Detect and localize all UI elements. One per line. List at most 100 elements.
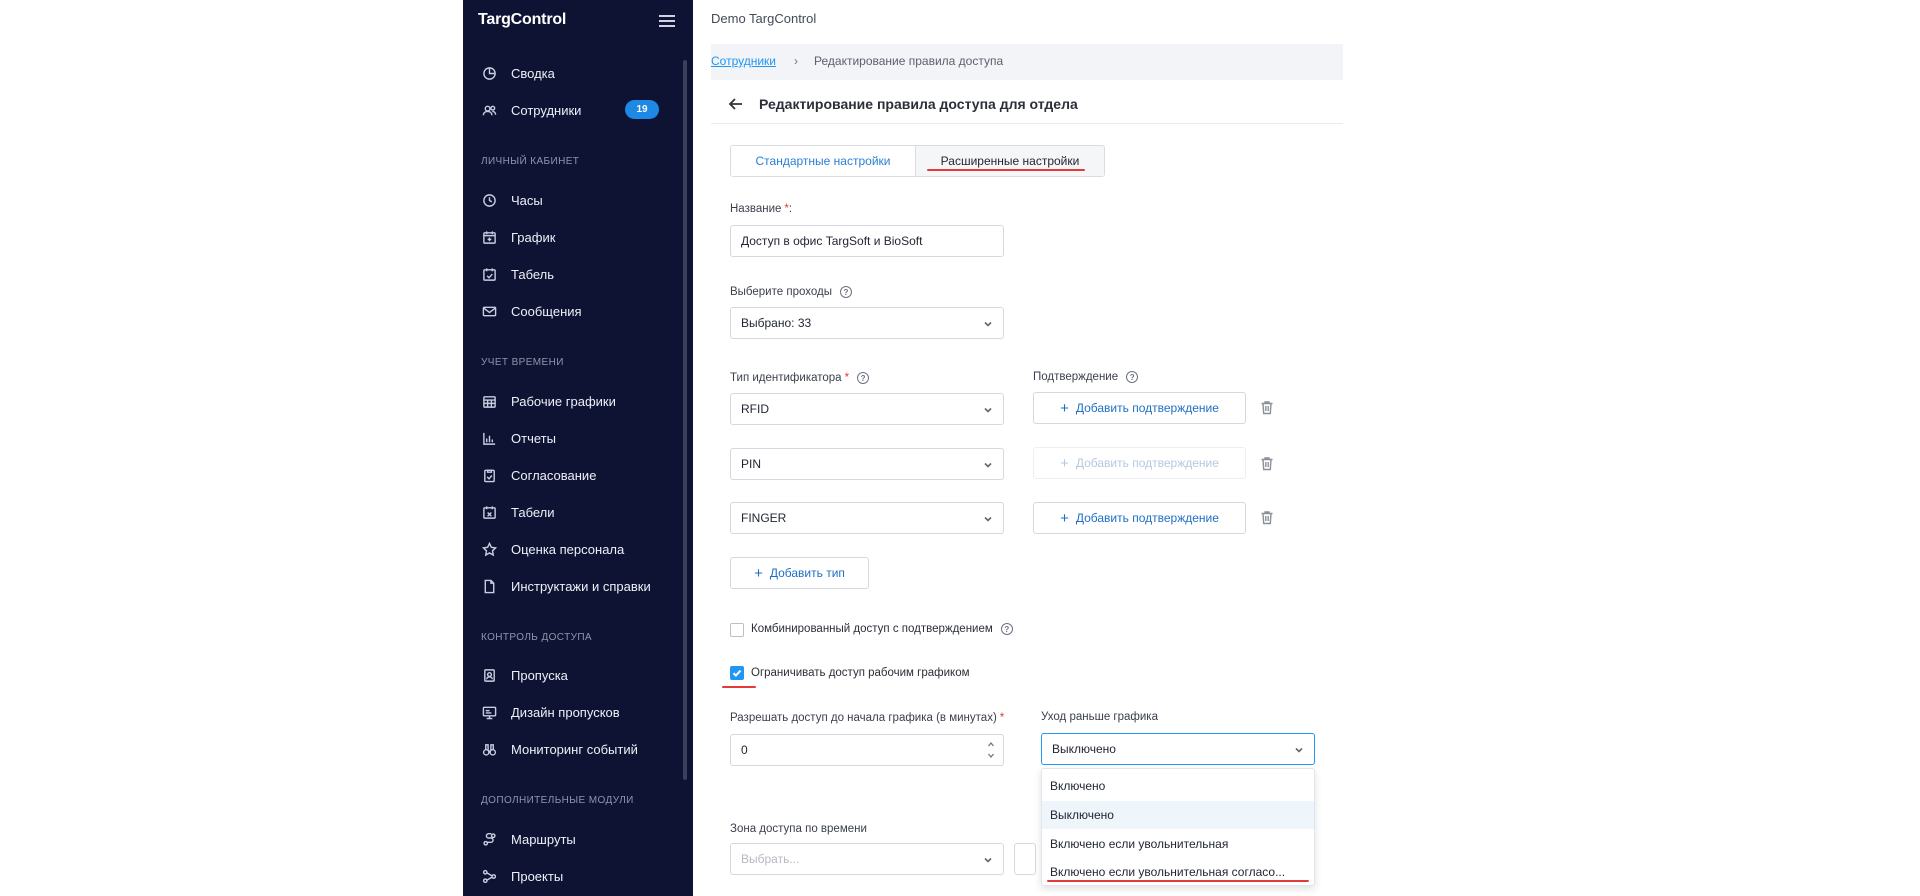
- number-spinner-icon[interactable]: [987, 740, 995, 760]
- help-circle-icon[interactable]: ?: [1126, 371, 1139, 383]
- star-icon: [481, 541, 497, 557]
- section-time: УЧЕТ ВРЕМЕНИ: [481, 357, 564, 368]
- section-modules: ДОПОЛНИТЕЛЬНЫЕ МОДУЛИ: [481, 795, 634, 806]
- passes-label: Выберите проходы ?: [730, 286, 852, 298]
- tab-advanced-settings[interactable]: Расширенные настройки: [916, 146, 1104, 176]
- id-type-label-text: Тип идентификатора: [730, 372, 842, 384]
- sidebar-item-pass-design[interactable]: Дизайн пропусков: [481, 701, 620, 723]
- sidebar-item-label: Рабочие графики: [511, 393, 616, 409]
- add-confirmation-button-1[interactable]: + Добавить подтверждение: [1033, 392, 1246, 424]
- time-zone-extra-field[interactable]: [1014, 843, 1036, 875]
- design-icon: [481, 704, 497, 720]
- sidebar-item-messages[interactable]: Сообщения: [481, 300, 582, 322]
- add-confirmation-button-2[interactable]: + Добавить подтверждение: [1033, 447, 1246, 479]
- sidebar: TargControl Сводка Сотрудники 19 ЛИЧНЫЙ …: [463, 0, 693, 896]
- sidebar-item-passes[interactable]: Пропуска: [481, 664, 568, 686]
- sidebar-item-event-monitoring[interactable]: Мониторинг событий: [481, 738, 638, 760]
- id-type-value: RFID: [741, 402, 769, 416]
- chevron-down-icon: [983, 513, 993, 523]
- sidebar-item-routes[interactable]: Маршруты: [481, 828, 576, 850]
- chevron-down-icon: [983, 318, 993, 328]
- name-input[interactable]: Доступ в офис TargSoft и BioSoft: [730, 225, 1004, 257]
- breadcrumb-link-employees[interactable]: Сотрудники: [711, 54, 776, 68]
- sidebar-item-label: Сводка: [511, 65, 555, 81]
- bar-chart-icon: [481, 430, 497, 446]
- confirm-label-text: Подтверждение: [1033, 371, 1119, 383]
- id-type-select-1[interactable]: RFID: [730, 393, 1004, 425]
- plus-icon: +: [1060, 399, 1069, 417]
- help-circle-icon[interactable]: ?: [857, 372, 870, 384]
- binoculars-icon: [481, 741, 497, 757]
- calendar-x-icon: [481, 504, 497, 520]
- sidebar-item-reports[interactable]: Отчеты: [481, 427, 556, 449]
- id-type-select-3[interactable]: FINGER: [730, 502, 1004, 534]
- sidebar-scrollbar[interactable]: [683, 60, 687, 780]
- trash-icon[interactable]: [1260, 456, 1274, 471]
- trash-icon[interactable]: [1260, 510, 1274, 525]
- sidebar-item-label: Проекты: [511, 868, 564, 884]
- sidebar-item-employees[interactable]: Сотрудники: [481, 99, 581, 121]
- help-circle-icon[interactable]: ?: [1000, 623, 1013, 635]
- sidebar-item-label: Маршруты: [511, 831, 576, 847]
- combined-access-checkbox[interactable]: [730, 623, 744, 637]
- dropdown-option-enabled-if-leave[interactable]: Включено если увольнительная: [1042, 830, 1314, 858]
- time-zone-placeholder: Выбрать...: [741, 852, 800, 866]
- passes-label-text: Выберите проходы: [730, 286, 832, 298]
- time-zone-label: Зона доступа по времени: [730, 823, 867, 835]
- hamburger-menu-icon[interactable]: [659, 15, 675, 27]
- sidebar-item-briefings[interactable]: Инструктажи и справки: [481, 575, 651, 597]
- sidebar-item-evaluation[interactable]: Оценка персонала: [481, 538, 624, 560]
- sidebar-item-label: Оценка персонала: [511, 541, 625, 557]
- sidebar-item-label: Часы: [511, 192, 543, 208]
- users-icon: [481, 102, 497, 118]
- button-label: Добавить подтверждение: [1075, 511, 1219, 525]
- dropdown-option-enabled[interactable]: Включено: [1042, 772, 1314, 800]
- name-label: Название *:: [730, 203, 792, 215]
- sidebar-item-projects[interactable]: Проекты: [481, 865, 563, 887]
- sidebar-item-hours[interactable]: Часы: [481, 189, 543, 211]
- sidebar-item-label: Отчеты: [511, 430, 556, 446]
- sidebar-item-timesheets[interactable]: Табели: [481, 501, 555, 523]
- sidebar-item-summary[interactable]: Сводка: [481, 62, 555, 84]
- page-title: Редактирование правила доступа для отдел…: [759, 96, 1078, 112]
- arrow-left-icon[interactable]: [728, 96, 744, 112]
- before-start-minutes-input[interactable]: 0: [730, 734, 1004, 766]
- pie-chart-icon: [481, 65, 497, 81]
- required-mark: *: [999, 712, 1005, 724]
- sidebar-item-label: Дизайн пропусков: [511, 704, 620, 720]
- employees-count-badge: 19: [625, 100, 659, 119]
- sidebar-item-schedule[interactable]: График: [481, 226, 555, 248]
- plus-icon: +: [1060, 454, 1069, 472]
- plus-icon: +: [1060, 509, 1069, 527]
- add-confirmation-button-3[interactable]: + Добавить подтверждение: [1033, 502, 1246, 534]
- passes-select[interactable]: Выбрано: 33: [730, 307, 1004, 339]
- highlight-underline-option: [1047, 880, 1309, 882]
- app-logo[interactable]: TargControl: [478, 11, 566, 29]
- mail-icon: [481, 303, 497, 319]
- early-leave-select[interactable]: Выключено: [1041, 733, 1315, 765]
- sidebar-item-work-schedules[interactable]: Рабочие графики: [481, 390, 616, 412]
- sidebar-item-label: Согласование: [511, 467, 597, 483]
- restrict-by-schedule-checkbox[interactable]: [730, 666, 744, 680]
- app-title: Demo TargControl: [711, 11, 817, 26]
- time-zone-select[interactable]: Выбрать...: [730, 843, 1004, 875]
- chevron-down-icon: [983, 404, 993, 414]
- route-icon: [481, 831, 497, 847]
- sidebar-item-approval[interactable]: Согласование: [481, 464, 596, 486]
- sidebar-header: TargControl: [463, 0, 693, 44]
- badge-icon: [481, 667, 497, 683]
- settings-tabs: Стандартные настройки Расширенные настро…: [730, 145, 1105, 177]
- dropdown-option-disabled[interactable]: Выключено: [1042, 801, 1314, 829]
- help-circle-icon[interactable]: ?: [839, 286, 852, 298]
- trash-icon[interactable]: [1260, 400, 1274, 415]
- add-type-button[interactable]: + Добавить тип: [730, 557, 869, 589]
- tab-standard-settings[interactable]: Стандартные настройки: [731, 146, 916, 176]
- id-type-label: Тип идентификатора * ?: [730, 372, 870, 384]
- before-start-label: Разрешать доступ до начала графика (в ми…: [730, 712, 1004, 724]
- early-leave-label: Уход раньше графика: [1041, 711, 1158, 723]
- card-header: Редактирование правила доступа для отдел…: [711, 86, 1343, 124]
- sidebar-item-timesheet[interactable]: Табель: [481, 263, 554, 285]
- document-icon: [481, 578, 497, 594]
- id-type-select-2[interactable]: PIN: [730, 448, 1004, 480]
- chevron-down-icon: [1294, 744, 1304, 754]
